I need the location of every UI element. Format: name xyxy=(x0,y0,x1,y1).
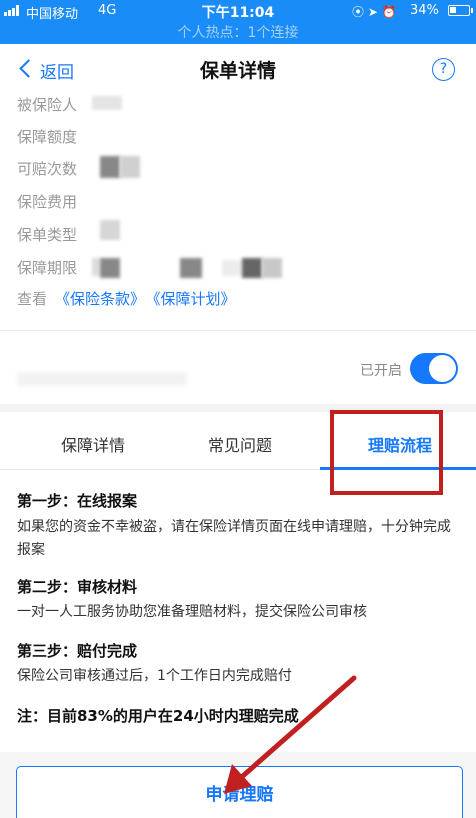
redacted-value xyxy=(92,258,100,276)
plan-link[interactable]: 《保障计划》 xyxy=(153,290,236,308)
help-icon[interactable]: ? xyxy=(432,58,455,81)
view-prefix: 查看 xyxy=(17,290,48,308)
info-label: 保单类型 xyxy=(17,226,78,244)
tab-coverage-details[interactable]: 保障详情 xyxy=(18,432,168,456)
page-title: 保单详情 xyxy=(199,60,276,82)
info-label: 可赔次数 xyxy=(17,160,78,178)
step-2-title: 第二步：审核材料 xyxy=(17,578,138,596)
claim-note: 注：目前83%的用户在24小时内理赔完成 xyxy=(17,707,299,725)
battery-icon xyxy=(448,5,470,16)
status-icons: ⦿ ➤ ⏰ xyxy=(352,3,397,20)
redacted-toggle-title xyxy=(17,372,187,386)
info-label: 保险费用 xyxy=(17,193,78,211)
terms-row: 查看 《保险条款》 《保障计划》 xyxy=(17,288,236,309)
step-1-desc: 如果您的资金不幸被盗，请在保险详情页面在线申请理赔，十分钟完成报案 xyxy=(17,519,451,558)
redacted-value xyxy=(100,220,120,240)
tab-faq[interactable]: 常见问题 xyxy=(165,432,315,456)
step-3-desc: 保险公司审核通过后，1个工作日内完成赔付 xyxy=(17,668,292,684)
status-bar: 中国移动 4G 下午11:04 ⦿ ➤ ⏰ 34% 个人热点：1个连接 xyxy=(0,0,476,44)
nav-header: 返回 保单详情 ? xyxy=(0,44,476,96)
redacted-value xyxy=(242,258,262,278)
status-time: 下午11:04 xyxy=(201,5,275,21)
redacted-value xyxy=(100,156,120,178)
status-row: 中国移动 4G 下午11:04 ⦿ ➤ ⏰ 34% xyxy=(0,0,476,22)
step-3-title: 第三步：赔付完成 xyxy=(17,642,138,660)
toggle-section xyxy=(0,330,476,408)
redacted-value xyxy=(262,258,282,278)
annotation-highlight-box xyxy=(330,410,443,495)
step-2-desc: 一对一人工服务协助您准备理赔材料，提交保险公司审核 xyxy=(17,604,367,620)
auto-toggle-switch[interactable] xyxy=(410,353,458,384)
info-label: 保障期限 xyxy=(17,259,78,277)
apply-claim-button[interactable]: 申请理赔 xyxy=(16,766,463,818)
redacted-value xyxy=(100,258,120,278)
redacted-value xyxy=(92,96,122,110)
terms-link[interactable]: 《保险条款》 xyxy=(55,290,145,308)
alarm-icon: ⏰ xyxy=(381,5,397,19)
info-label: 被保险人 xyxy=(17,96,78,114)
redacted-value xyxy=(180,258,202,278)
info-label: 保障额度 xyxy=(17,128,78,146)
switch-knob xyxy=(429,355,456,382)
toggle-status-label: 已开启 xyxy=(360,363,402,379)
redacted-value xyxy=(120,156,140,178)
rotation-lock-icon: ⦿ xyxy=(352,5,365,19)
redacted-value xyxy=(222,260,242,276)
battery-fill xyxy=(450,7,456,13)
battery-percent: 34% xyxy=(410,3,439,18)
step-1-title: 第一步：在线报案 xyxy=(17,492,138,510)
hotspot-banner[interactable]: 个人热点：1个连接 xyxy=(0,22,476,42)
location-icon: ➤ xyxy=(367,5,378,19)
battery-cap xyxy=(471,8,473,13)
